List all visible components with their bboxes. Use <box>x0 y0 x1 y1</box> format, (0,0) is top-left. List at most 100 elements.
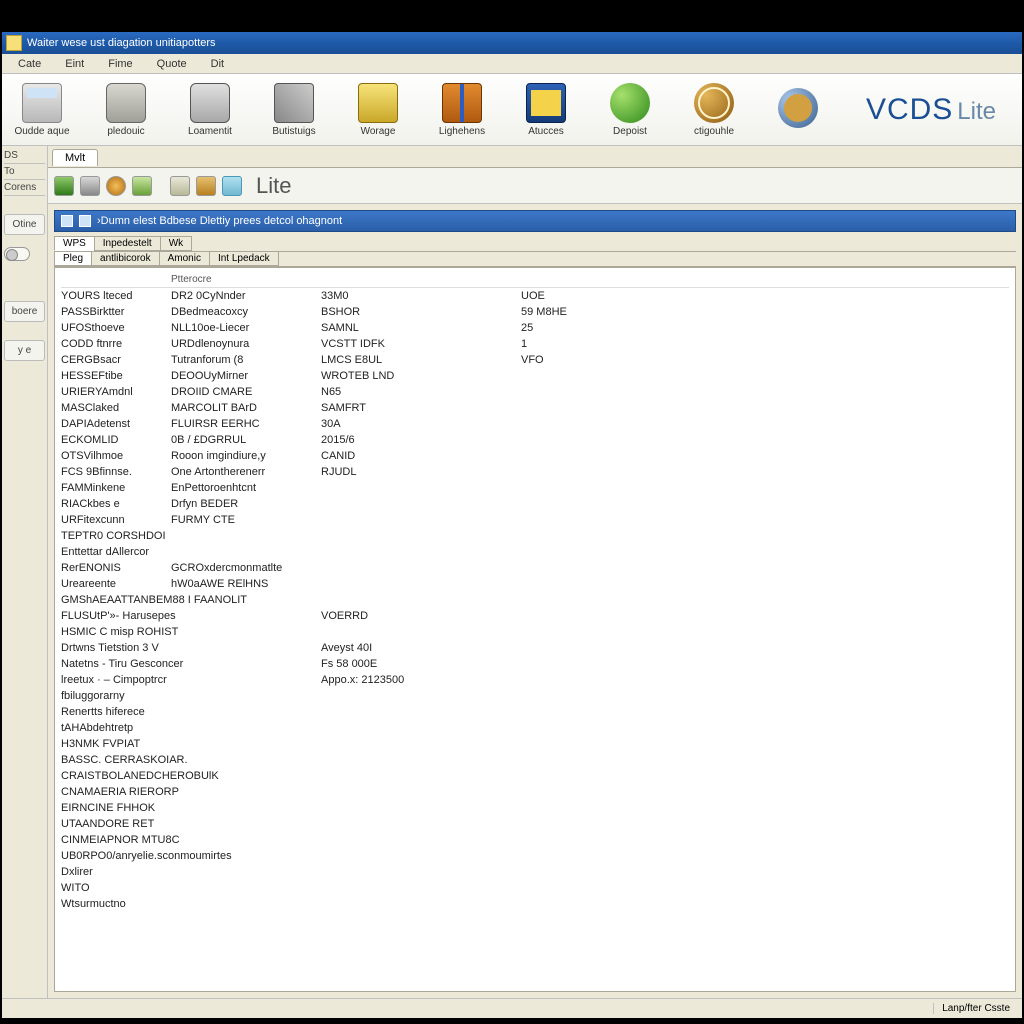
cell: LMCS E8UL <box>321 352 521 368</box>
menu-item-quote[interactable]: Quote <box>145 56 199 72</box>
brand-lite: Lite <box>957 98 996 125</box>
cell: DAPIAdetenst <box>61 416 171 432</box>
cell: Tutranforum (8 <box>171 352 321 368</box>
toolbar-button-label: Worage <box>361 126 396 137</box>
cell: 30A <box>321 416 521 432</box>
phone-icon <box>190 83 230 123</box>
data-row: FLUSUtP'»- HarusepesVOERRD <box>61 608 1009 624</box>
data-row: RIACkbes eDrfyn BEDER <box>61 496 1009 512</box>
data-row: tAHAbdehtretp <box>61 720 1009 736</box>
brand-logo: VCDSLite <box>866 93 996 127</box>
cell: 25 <box>521 320 1009 336</box>
menu-item-eint[interactable]: Eint <box>53 56 96 72</box>
cell: MASClaked <box>61 400 171 416</box>
cell: Natetns - Tiru Gesconcer <box>61 656 321 672</box>
statusbar-right: Lanp/fter Csste <box>933 1003 1018 1014</box>
data-row: CRAISTBOLANEDCHEROBUlK <box>61 768 1009 784</box>
folder-icon[interactable] <box>170 176 190 196</box>
mini-toolbar: Lite <box>48 168 1022 204</box>
cell: FURMY CTE <box>171 512 321 528</box>
data-row: UTAANDORE RET <box>61 816 1009 832</box>
cell: RerENONIS <box>61 560 171 576</box>
book-icon <box>358 83 398 123</box>
printer-icon <box>22 83 62 123</box>
orb-icon <box>778 88 818 128</box>
menu-item-fime[interactable]: Fime <box>96 56 144 72</box>
sidebar-button-ye[interactable]: y e <box>4 340 45 361</box>
panel-subheader: ›Dumn elest Bdbese Dlettiy prees detcol … <box>54 210 1016 232</box>
cell <box>321 496 521 512</box>
toolbar-button[interactable]: Oudde aque <box>10 83 74 137</box>
cell: GCROxdercmonmatlte <box>171 560 321 576</box>
toolbar-button[interactable] <box>766 88 830 131</box>
sidebar-toggle[interactable] <box>4 247 30 261</box>
cell: DBedmeacoxcy <box>171 304 321 320</box>
sidebar-head-1: DS <box>4 148 45 164</box>
cell: MARCOLIT BArD <box>171 400 321 416</box>
cell <box>321 480 521 496</box>
cell: YOURS lteced <box>61 288 171 304</box>
data-panel[interactable]: Ptterocre YOURS ltecedDR2 0CyNnder33M0UO… <box>54 267 1016 992</box>
cell: DEOOUyMirner <box>171 368 321 384</box>
cell: RJUDL <box>321 464 521 480</box>
toolbar-button[interactable]: Butistuigs <box>262 83 326 137</box>
toolbar-button-label: Butistuigs <box>272 126 315 137</box>
user-icon[interactable] <box>106 176 126 196</box>
cell: SAMFRT <box>321 400 521 416</box>
inner-tab[interactable]: Wk <box>160 236 192 251</box>
inner-tabs-row1: WPSInpedesteltWk <box>54 236 1016 252</box>
cell <box>321 512 521 528</box>
inner-subtab[interactable]: Int Lpedack <box>209 252 279 266</box>
menu-item-cate[interactable]: Cate <box>6 56 53 72</box>
package-icon[interactable] <box>196 176 216 196</box>
inner-tab[interactable]: Inpedestelt <box>94 236 161 251</box>
sidebar-button-boere[interactable]: boere <box>4 301 45 322</box>
cell: NLL10oe-Liecer <box>171 320 321 336</box>
refresh-icon[interactable] <box>54 176 74 196</box>
cell: DROIID CMARE <box>171 384 321 400</box>
data-row: Natetns - Tiru GesconcerFs 58 000E <box>61 656 1009 672</box>
toolbar-button[interactable]: Loamentit <box>178 83 242 137</box>
cube-icon <box>274 83 314 123</box>
data-row: CERGBsacrTutranforum (8LMCS E8ULVFO <box>61 352 1009 368</box>
inner-subtab[interactable]: antlibicorok <box>91 252 160 266</box>
inner-subtab[interactable]: Amonic <box>159 252 210 266</box>
toolbar-button[interactable]: Worage <box>346 83 410 137</box>
col-header: Ptterocre <box>171 274 321 285</box>
cell: DR2 0CyNnder <box>171 288 321 304</box>
workspace: Mvlt Lite ›Dumn elest Bdbese Dlettiy pre… <box>48 146 1022 998</box>
workspace-tab[interactable]: Mvlt <box>52 149 98 166</box>
ball-icon <box>610 83 650 123</box>
toolbar-button[interactable]: Lighehens <box>430 83 494 137</box>
cell: Aveyst 40I <box>321 640 372 656</box>
inner-subtab[interactable]: Pleg <box>54 252 92 266</box>
cell: VFO <box>521 352 1009 368</box>
window-icon[interactable] <box>222 176 242 196</box>
brand-big: VCDS <box>866 93 953 126</box>
toolbar-button[interactable]: pledouic <box>94 83 158 137</box>
device-icon[interactable] <box>80 176 100 196</box>
leaf-icon[interactable] <box>132 176 152 196</box>
toolbar-button-label: Atucces <box>528 126 564 137</box>
inner-tab[interactable]: WPS <box>54 236 95 251</box>
window-title: Waiter wese ust diagation unitiapotters <box>27 37 216 49</box>
menu-item-dit[interactable]: Dit <box>199 56 236 72</box>
toolbar-button[interactable]: Atucces <box>514 83 578 137</box>
data-row: CODD ftnrreURDdlenoynuraVCSTT IDFK1 <box>61 336 1009 352</box>
sidebar-button-online[interactable]: Otine <box>4 214 45 235</box>
toolbar-button[interactable]: Depoist <box>598 83 662 137</box>
toolbar-button[interactable]: ctigouhle <box>682 83 746 137</box>
document-icon <box>61 215 73 227</box>
case-icon <box>526 83 566 123</box>
toolbar-button-label: pledouic <box>107 126 144 137</box>
cell <box>521 416 1009 432</box>
cell: URFitexcunn <box>61 512 171 528</box>
cell: FLUSUtP'»- Harusepes <box>61 608 321 624</box>
data-row: RerENONISGCROxdercmonmatlte <box>61 560 1009 576</box>
cell: EnPettoroenhtcnt <box>171 480 321 496</box>
data-row: Wtsurmuctno <box>61 896 1009 912</box>
cell <box>521 464 1009 480</box>
data-row: DAPIAdetenstFLUIRSR EERHC30A <box>61 416 1009 432</box>
cell: CODD ftnrre <box>61 336 171 352</box>
cell <box>521 432 1009 448</box>
